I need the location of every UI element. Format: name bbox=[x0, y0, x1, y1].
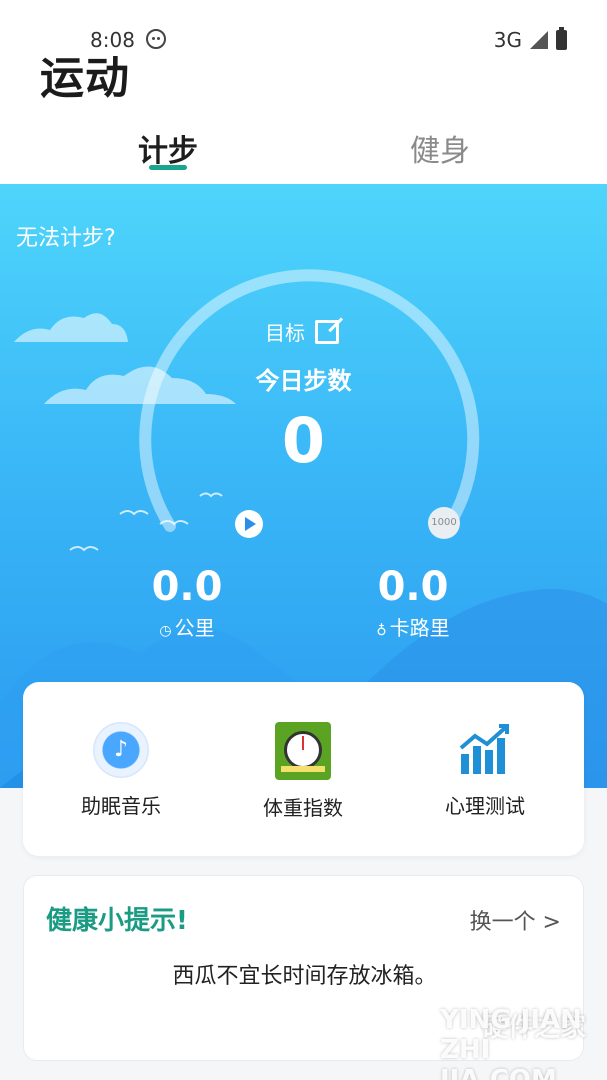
cant-count-link[interactable]: 无法计步? bbox=[16, 220, 116, 252]
status-indicators: 3G bbox=[493, 27, 567, 52]
distance-value: 0.0 bbox=[151, 564, 223, 610]
battery-icon bbox=[556, 27, 567, 50]
flame-icon: ♁ bbox=[376, 623, 387, 639]
scale-gauge-icon bbox=[275, 722, 331, 780]
tool-label: 体重指数 bbox=[263, 796, 343, 820]
tip-title: 健康小提示! bbox=[46, 906, 188, 936]
today-steps-label: 今日步数 bbox=[255, 367, 352, 395]
tool-label: 助眠音乐 bbox=[81, 794, 161, 818]
tool-sleep-music[interactable]: ♪ 助眠音乐 bbox=[31, 722, 211, 819]
tools-card: ♪ 助眠音乐 体重指数 心理测试 bbox=[23, 682, 584, 856]
tool-label: 心理测试 bbox=[445, 794, 525, 818]
goal-edit[interactable]: 目标 bbox=[265, 317, 339, 346]
calories-metric: 0.0 ♁ 卡路里 bbox=[333, 564, 493, 641]
step-count: 0 bbox=[281, 404, 326, 477]
goal-value-knob[interactable]: 1000 bbox=[428, 507, 460, 539]
tool-bmi[interactable]: 体重指数 bbox=[213, 722, 393, 821]
edit-icon[interactable] bbox=[315, 319, 339, 344]
distance-label: 公里 bbox=[174, 616, 215, 640]
watermark-subtext: YING JIAN ZHI JIA.COM bbox=[440, 1005, 582, 1080]
tab-steps[interactable]: 计步 bbox=[138, 126, 198, 170]
distance-metric: 0.0 ◷ 公里 bbox=[107, 564, 267, 641]
calories-label: 卡路里 bbox=[389, 616, 450, 640]
play-icon[interactable] bbox=[235, 510, 263, 538]
network-type: 3G bbox=[493, 28, 522, 52]
page-title: 运动 bbox=[40, 53, 130, 104]
face-icon bbox=[146, 29, 166, 49]
header: 8:08 3G 运动 计步 健身 bbox=[0, 0, 607, 184]
bar-chart-icon bbox=[457, 722, 513, 778]
tab-fitness[interactable]: 健身 bbox=[410, 126, 470, 170]
clock-icon: ◷ bbox=[159, 623, 172, 639]
goal-label: 目标 bbox=[265, 321, 305, 345]
calories-value: 0.0 bbox=[377, 564, 449, 610]
tool-psychology-test[interactable]: 心理测试 bbox=[395, 722, 575, 819]
music-note-icon: ♪ bbox=[93, 722, 149, 778]
tip-text: 西瓜不宜长时间存放冰箱。 bbox=[172, 964, 437, 989]
signal-icon bbox=[530, 31, 548, 49]
refresh-tip-button[interactable]: 换一个 > bbox=[470, 904, 561, 936]
active-tab-indicator bbox=[149, 165, 187, 170]
